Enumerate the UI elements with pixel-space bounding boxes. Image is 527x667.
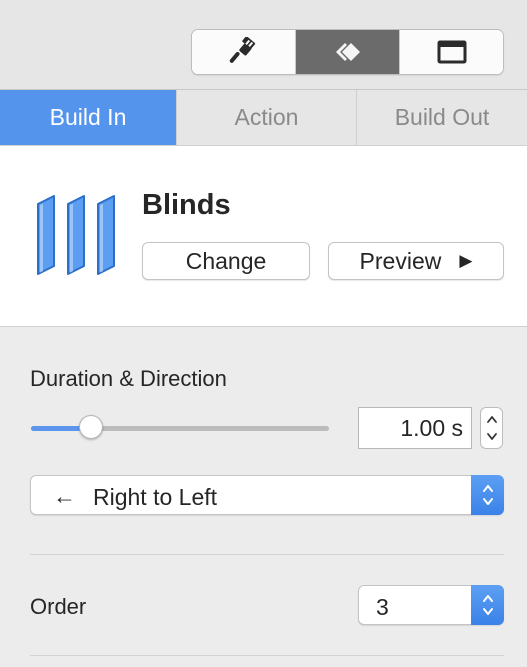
duration-slider[interactable] bbox=[31, 426, 329, 431]
tab-action[interactable]: Action bbox=[177, 90, 357, 145]
order-popup[interactable]: 3 bbox=[358, 585, 504, 625]
popup-caret bbox=[471, 475, 504, 515]
stepper-arrows-icon bbox=[486, 416, 497, 440]
animate-inspector-button[interactable] bbox=[296, 30, 400, 74]
build-tabs: Build In Action Build Out bbox=[0, 90, 527, 146]
order-value: 3 bbox=[376, 594, 389, 620]
tab-build-in[interactable]: Build In bbox=[0, 90, 177, 145]
duration-stepper[interactable] bbox=[480, 407, 503, 449]
duration-slider-thumb[interactable] bbox=[78, 415, 103, 439]
blinds-effect-icon bbox=[37, 195, 115, 275]
arrow-left-icon: ← bbox=[53, 483, 76, 509]
inspector-segmented-control bbox=[191, 29, 504, 75]
preview-button[interactable]: Preview ▶ bbox=[328, 242, 504, 280]
order-label: Order bbox=[30, 594, 87, 619]
popup-caret bbox=[471, 585, 504, 625]
paintbrush-icon bbox=[229, 37, 255, 63]
change-button-label: Change bbox=[185, 247, 267, 274]
animate-diamond-icon bbox=[335, 43, 360, 61]
change-effect-button[interactable]: Change bbox=[142, 242, 310, 280]
inspector-toolbar bbox=[0, 0, 527, 90]
direction-value: Right to Left bbox=[93, 484, 218, 510]
chevron-up-down-icon bbox=[482, 485, 493, 505]
section-divider bbox=[30, 655, 504, 656]
document-inspector-button[interactable] bbox=[400, 30, 503, 74]
format-inspector-button[interactable] bbox=[192, 30, 296, 74]
effect-name: Blinds bbox=[142, 189, 231, 221]
chevron-up-down-icon bbox=[482, 595, 493, 615]
section-divider bbox=[30, 554, 504, 555]
duration-direction-title: Duration & Direction bbox=[30, 366, 227, 391]
direction-popup[interactable]: ← Right to Left bbox=[30, 475, 504, 515]
duration-field[interactable]: 1.00 s bbox=[358, 407, 472, 449]
document-frame-icon bbox=[437, 40, 466, 64]
play-icon: ▶ bbox=[459, 251, 473, 270]
preview-button-label: Preview bbox=[359, 247, 442, 274]
tab-build-out[interactable]: Build Out bbox=[357, 90, 527, 145]
effect-panel: Blinds Change Preview ▶ bbox=[0, 146, 527, 327]
